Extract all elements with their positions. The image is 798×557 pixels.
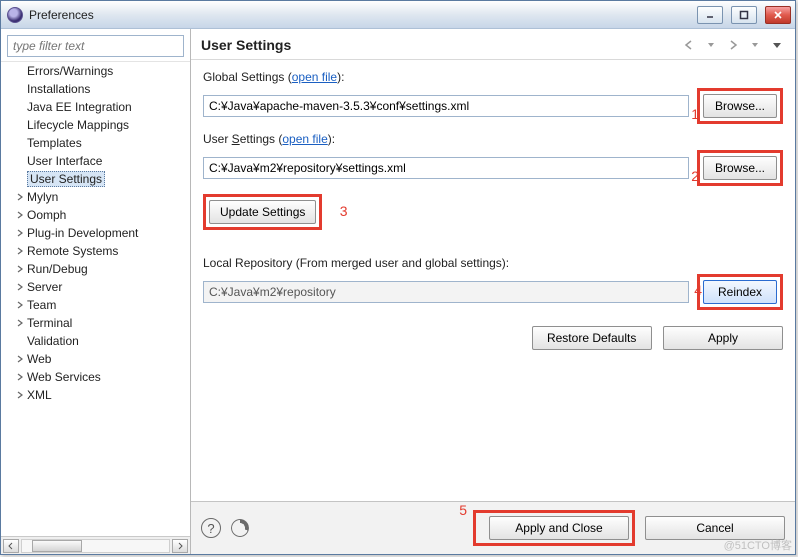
help-icon[interactable]: ? [201,518,221,538]
expand-icon[interactable] [15,318,25,328]
global-settings-input[interactable] [203,95,689,117]
tree-item[interactable]: Templates [1,134,190,152]
scroll-thumb[interactable] [32,540,82,552]
tree-item[interactable]: Plug-in Development [1,224,190,242]
window-title: Preferences [29,8,94,22]
titlebar: Preferences [1,1,795,29]
user-open-file-link[interactable]: open file [282,132,327,146]
tree-item[interactable]: Server [1,278,190,296]
tree-item[interactable]: Errors/Warnings [1,62,190,80]
view-menu-icon[interactable] [769,37,785,53]
expand-icon[interactable] [15,192,25,202]
global-open-file-link[interactable]: open file [292,70,337,84]
expand-icon[interactable] [15,246,25,256]
apply-and-close-button[interactable]: Apply and Close [489,516,629,540]
restore-defaults-button[interactable]: Restore Defaults [532,326,652,350]
update-settings-button[interactable]: Update Settings [209,200,316,224]
expand-icon[interactable] [15,300,25,310]
scroll-left-button[interactable] [3,539,19,553]
annotation-3: 3 [340,203,348,219]
expand-icon[interactable] [15,336,25,346]
watermark: @51CTO博客 [724,537,792,553]
tree-item[interactable]: User Interface [1,152,190,170]
tree-item[interactable]: Remote Systems [1,242,190,260]
tree-item[interactable]: Mylyn [1,188,190,206]
back-dropdown-icon[interactable] [703,37,719,53]
user-settings-label: User Settings (open file): [203,132,783,146]
forward-dropdown-icon[interactable] [747,37,763,53]
back-icon[interactable] [681,37,697,53]
global-settings-label: Global Settings (open file): [203,70,783,84]
forward-icon[interactable] [725,37,741,53]
preferences-window: Preferences Errors/WarningsInstallations… [0,0,796,555]
scroll-right-button[interactable] [172,539,188,553]
tree-item[interactable]: Team [1,296,190,314]
global-browse-button[interactable]: Browse... [703,94,777,118]
expand-icon[interactable] [15,354,25,364]
tree-item[interactable]: Run/Debug [1,260,190,278]
local-repo-input [203,281,689,303]
annotation-2: 2 [691,168,699,184]
tree-item[interactable]: Installations [1,80,190,98]
app-icon [7,7,23,23]
tree-item[interactable]: Web Services [1,368,190,386]
progress-icon [231,519,249,537]
tree-item[interactable]: User Settings [1,170,190,188]
tree-item[interactable]: Web [1,350,190,368]
apply-button[interactable]: Apply [663,326,783,350]
dialog-footer: ? 5 Apply and Close Cancel [191,501,795,554]
close-button[interactable] [765,6,791,24]
annotation-5: 5 [459,502,467,518]
expand-icon[interactable] [15,210,25,220]
expand-icon[interactable] [15,264,25,274]
tree-item[interactable]: Terminal [1,314,190,332]
settings-page: User Settings Global Settings (open file… [191,29,795,554]
expand-icon[interactable] [15,390,25,400]
preference-tree-panel: Errors/WarningsInstallationsJava EE Inte… [1,29,191,554]
expand-icon[interactable] [15,228,25,238]
tree-item[interactable]: Java EE Integration [1,98,190,116]
user-browse-button[interactable]: Browse... [703,156,777,180]
preference-tree[interactable]: Errors/WarningsInstallationsJava EE Inte… [1,61,190,536]
tree-item[interactable]: Oomph [1,206,190,224]
minimize-button[interactable] [697,6,723,24]
tree-horizontal-scrollbar[interactable] [1,536,190,554]
local-repo-label: Local Repository (From merged user and g… [203,256,783,270]
reindex-button[interactable]: Reindex [703,280,777,304]
maximize-button[interactable] [731,6,757,24]
expand-icon[interactable] [15,372,25,382]
user-settings-input[interactable] [203,157,689,179]
annotation-1: 1 [691,106,699,122]
tree-item[interactable]: Lifecycle Mappings [1,116,190,134]
tree-item[interactable]: XML [1,386,190,404]
expand-icon[interactable] [15,282,25,292]
filter-input[interactable] [7,35,184,57]
tree-item[interactable]: Validation [1,332,190,350]
page-title: User Settings [201,37,681,53]
annotation-4: 4 [694,282,702,298]
